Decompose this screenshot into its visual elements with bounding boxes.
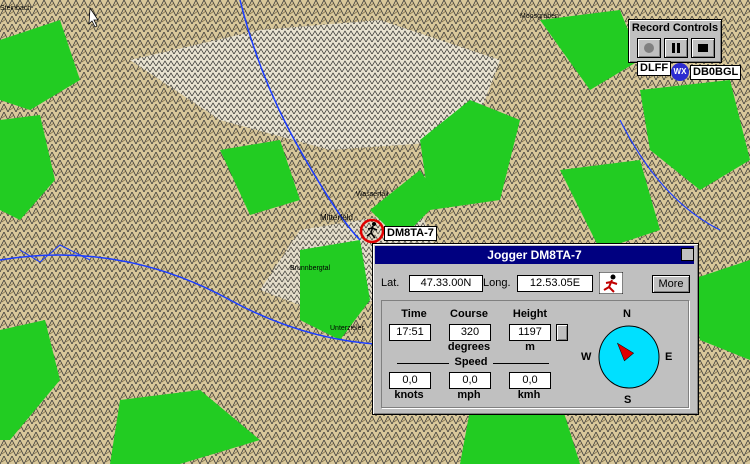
- map-place-label: Brunnbergtal: [290, 265, 331, 272]
- map-place-label: Mitterfeld: [320, 213, 353, 222]
- map-place-label: Wasserfall: [356, 191, 389, 198]
- record-controls-title: Record Controls: [631, 22, 719, 34]
- speed-divider-right: [493, 363, 549, 364]
- speed-label: Speed: [454, 356, 488, 368]
- window-title-bar[interactable]: Jogger DM8TA-7: [375, 246, 694, 264]
- station-callsign-label[interactable]: DM8TA-7: [384, 226, 437, 241]
- compass-south-label: S: [624, 394, 632, 406]
- mph-field[interactable]: 0,0: [449, 372, 491, 389]
- height-unit: m: [525, 341, 535, 353]
- record-controls-panel: Record Controls: [628, 19, 722, 63]
- course-label: Course: [450, 308, 488, 320]
- compass-west-label: W: [581, 351, 592, 363]
- pause-icon: [672, 43, 680, 53]
- height-label: Height: [512, 308, 548, 320]
- long-label: Long.: [483, 277, 511, 289]
- compass-dial: [598, 325, 660, 389]
- record-button[interactable]: [637, 38, 661, 58]
- jogger-icon: [599, 272, 623, 294]
- course-field[interactable]: 320: [449, 324, 491, 341]
- long-field[interactable]: 12.53.05E: [517, 275, 593, 292]
- stop-button[interactable]: [691, 38, 715, 58]
- speed-divider-left: [397, 363, 449, 364]
- time-label: Time: [401, 308, 427, 320]
- station-db0bgl-label[interactable]: DB0BGL: [690, 65, 742, 80]
- course-unit: degrees: [447, 341, 491, 353]
- window-close-button[interactable]: [681, 248, 694, 261]
- station-dlff-label[interactable]: DLFF: [637, 61, 672, 76]
- time-field[interactable]: 17:51: [389, 324, 431, 341]
- map-place-label: Unterzieler: [330, 325, 365, 332]
- knots-field[interactable]: 0,0: [389, 372, 431, 389]
- knots-unit: knots: [394, 389, 424, 401]
- compass-north-label: N: [623, 308, 631, 320]
- weather-station-icon[interactable]: WX: [671, 63, 689, 81]
- lat-label: Lat.: [381, 277, 400, 289]
- height-spin-button[interactable]: [556, 324, 568, 341]
- pause-button[interactable]: [664, 38, 688, 58]
- jogger-info-window: Jogger DM8TA-7 Lat. 47.33.00N Long. 12.5…: [372, 243, 699, 415]
- more-button[interactable]: More: [652, 275, 690, 293]
- record-icon: [644, 43, 654, 53]
- kmh-unit: kmh: [517, 389, 541, 401]
- compass-east-label: E: [665, 351, 673, 363]
- map-place-label: Moosgraben: [520, 13, 559, 20]
- height-field[interactable]: 1197: [509, 324, 551, 341]
- lat-field[interactable]: 47.33.00N: [409, 275, 483, 292]
- map-place-label: Steinbach: [0, 5, 31, 12]
- mph-unit: mph: [457, 389, 481, 401]
- stop-icon: [698, 44, 708, 52]
- kmh-field[interactable]: 0,0: [509, 372, 551, 389]
